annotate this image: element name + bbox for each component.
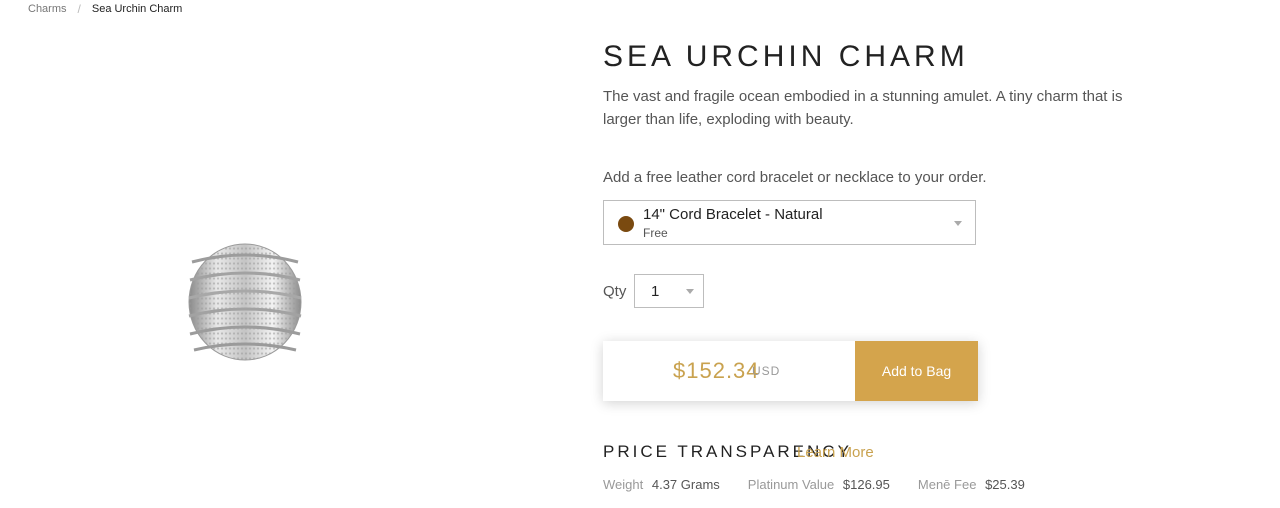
chevron-down-icon [686, 289, 694, 294]
breadcrumb-link-charms[interactable]: Charms [28, 3, 67, 15]
addon-label: Add a free leather cord bracelet or neck… [603, 169, 987, 186]
qty-label: Qty [603, 283, 627, 300]
bracelet-select[interactable]: 14" Cord Bracelet - Natural Free [603, 200, 976, 245]
bracelet-select-price: Free [643, 226, 668, 240]
color-swatch [618, 216, 634, 232]
qty-value: 1 [651, 283, 660, 300]
weight-label: Weight [603, 477, 644, 492]
price-breakdown-item: Platinum Value $126.95 [748, 477, 890, 492]
chevron-down-icon [954, 221, 962, 226]
price: $152.34 [673, 358, 760, 383]
price-breakdown-item: Menē Fee $25.39 [918, 477, 1025, 492]
qty-select[interactable]: 1 [634, 274, 704, 308]
product-description: The vast and fragile ocean embodied in a… [603, 88, 1123, 128]
add-to-bag-button[interactable]: Add to Bag [855, 341, 978, 401]
breadcrumb-current: Sea Urchin Charm [91, 3, 183, 15]
breadcrumb-separator: / [77, 2, 81, 16]
currency: USD [752, 364, 781, 378]
product-title: SEA URCHIN CHARM [603, 40, 969, 73]
learn-more-link[interactable]: Learn More [797, 444, 874, 461]
breadcrumb: Charms / Sea Urchin Charm [28, 2, 182, 16]
mene-fee-label: Menē Fee [917, 477, 977, 492]
mene-fee-value: $25.39 [985, 477, 1025, 492]
platinum-value-label: Platinum Value [747, 477, 835, 492]
price-breakdown: Weight 4.37 Grams Platinum Value $126.95… [603, 477, 1053, 492]
price-breakdown-item: Weight 4.37 Grams [603, 477, 720, 492]
platinum-value: $126.95 [842, 477, 890, 492]
purchase-box: $152.34 USD Add to Bag [603, 341, 978, 401]
weight-value: 4.37 Grams [651, 477, 720, 492]
bracelet-select-name: 14" Cord Bracelet - Natural [643, 206, 823, 223]
product-image[interactable] [180, 236, 310, 366]
